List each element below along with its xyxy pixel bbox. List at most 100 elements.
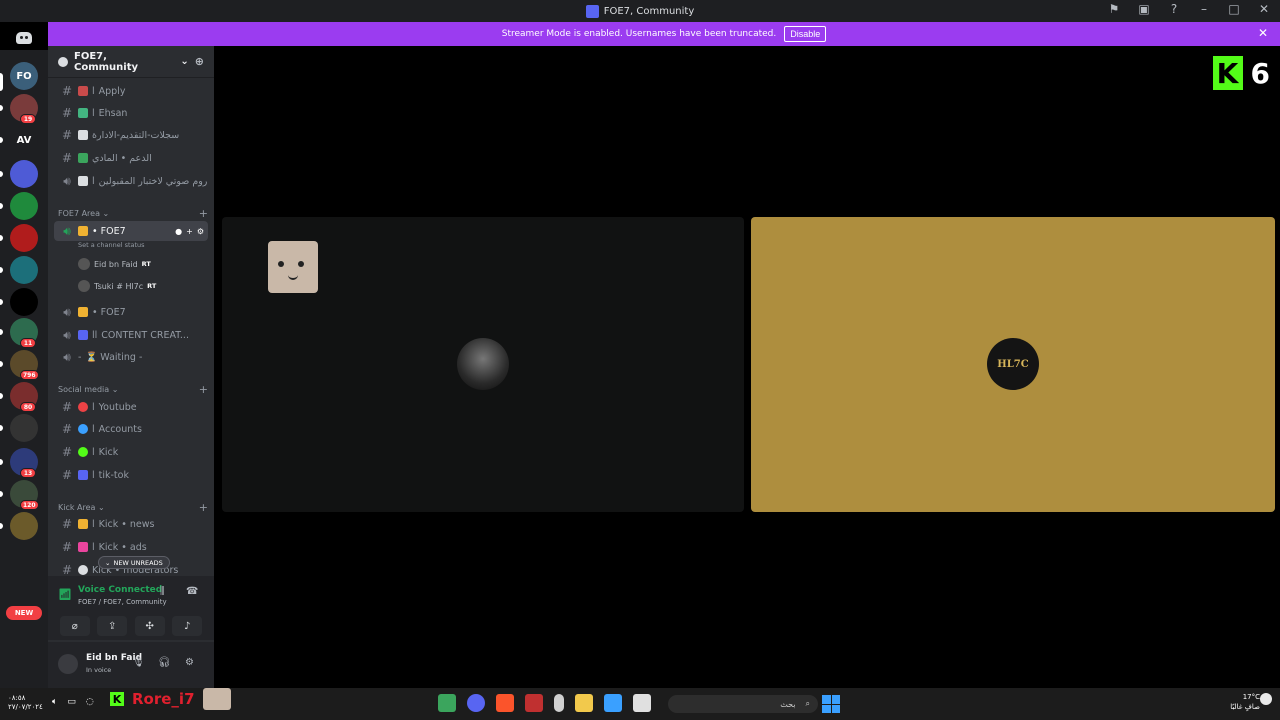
headphones-icon[interactable]: 🎧︎ (158, 657, 171, 668)
server-icon[interactable] (10, 256, 38, 284)
chat-icon[interactable]: ● (175, 227, 182, 236)
voice-channel-content-creators[interactable]: 🔊︎ ll CONTENT CREAT... (54, 325, 208, 345)
gear-icon[interactable]: ⚙ (197, 227, 204, 236)
voice-user-eid[interactable]: Eid bn Faid RT (78, 258, 151, 270)
channel-apply[interactable]: # l Apply (54, 81, 208, 101)
channel-ehsan[interactable]: # l Ehsan (54, 103, 208, 123)
disconnect-icon[interactable]: ☎ (186, 586, 198, 597)
maximize-button[interactable]: □ (1226, 2, 1242, 16)
minimize-button[interactable]: – (1196, 2, 1212, 16)
server-unread-pill (0, 459, 3, 465)
channel-support[interactable]: # الدعم • المادي (54, 148, 208, 168)
app-icon[interactable] (633, 694, 651, 712)
add-channel-icon[interactable]: + (199, 383, 208, 396)
avatar (78, 258, 90, 270)
store-icon[interactable] (604, 694, 622, 712)
close-window-button[interactable]: ✕ (1256, 2, 1272, 16)
stream-name-overlay: K Rore_i7 (110, 688, 231, 710)
voice-connected-subtitle[interactable]: FOE7 / FOE7, Community (78, 598, 167, 606)
speaker-icon: 🔊︎ (63, 349, 71, 364)
disable-streamer-mode-button[interactable]: Disable (784, 26, 827, 42)
channel-admin-logs[interactable]: # سجلات-التقديم-الادارة (54, 125, 208, 145)
server-icon[interactable] (10, 288, 38, 316)
channel-kick-news[interactable]: # l Kick • news (54, 514, 208, 534)
windows-start-icon[interactable] (822, 695, 840, 713)
channel-kick-ads[interactable]: # l Kick • ads (54, 537, 208, 557)
voice-channel-test[interactable]: 🔊︎ l روم صوتي لاختبار المقبولين (54, 171, 208, 191)
speaker-icon: 🔊︎ (63, 223, 71, 238)
server-icon[interactable]: FO (10, 62, 38, 90)
server-unread-pill (0, 73, 3, 91)
discord-taskbar-icon[interactable] (467, 694, 485, 712)
inbox-icon[interactable]: ▣ (1136, 2, 1152, 16)
brave-icon[interactable] (496, 694, 514, 712)
server-icon[interactable] (10, 224, 38, 252)
server-unread-pill (0, 329, 3, 335)
new-servers-badge[interactable]: NEW (6, 606, 42, 620)
home-button[interactable] (9, 26, 39, 50)
chevron-down-icon: ⌄ (95, 503, 105, 512)
avatar[interactable] (58, 654, 78, 674)
flag-icon[interactable]: ⚑ (1106, 2, 1122, 16)
channel-prefix: - (78, 351, 82, 363)
add-channel-icon[interactable]: + (199, 207, 208, 220)
server-icon[interactable] (10, 192, 38, 220)
channel-status-hint[interactable]: Set a channel status (78, 241, 145, 249)
server-icon[interactable] (10, 512, 38, 540)
server-unread-pill (0, 299, 3, 305)
hash-icon: # (61, 422, 73, 436)
channel-name: Ehsan (98, 107, 128, 119)
server-icon[interactable] (10, 414, 38, 442)
activities-button[interactable]: ✣ (134, 616, 165, 636)
category-foe7-area[interactable]: FOE7 Area ⌄ + (58, 207, 208, 220)
clipboard-emoji-icon (78, 86, 88, 96)
server-icon[interactable] (10, 160, 38, 188)
weather-widget[interactable]: 17°C صافٍ غالبًا (1230, 692, 1260, 712)
channel-prefix: l (92, 518, 95, 530)
folder-icon[interactable] (575, 694, 593, 712)
invite-icon[interactable]: + (186, 227, 193, 236)
tray-item-icon[interactable]: ◌ (86, 697, 94, 707)
app-icon[interactable] (438, 694, 456, 712)
voice-connected-title[interactable]: Voice Connected (78, 585, 162, 595)
add-channel-icon[interactable]: + (199, 501, 208, 514)
channel-kick[interactable]: # l Kick (54, 442, 208, 462)
noise-suppression-icon[interactable]: ⫼ (160, 586, 165, 597)
voice-channel-foe7-active[interactable]: 🔊︎ • FOE7 ● + ⚙ (54, 221, 208, 241)
help-icon[interactable]: ? (1166, 2, 1182, 16)
invite-people-icon[interactable]: ⊕ (195, 55, 204, 68)
soundboard-button[interactable]: ♪ (172, 616, 203, 636)
participant-tile-right[interactable]: HL7C (751, 217, 1275, 512)
crown-emoji-icon (78, 307, 88, 317)
volume-icon[interactable]: 🔈︎ (52, 697, 57, 707)
window-titlebar: FOE7, Community ⚑ ▣ ? – □ ✕ (0, 0, 1280, 22)
voice-channel-waiting[interactable]: 🔊︎ - ⏳ Waiting - (54, 347, 208, 367)
microphone-icon[interactable]: 🎙︎ (132, 657, 145, 668)
network-icon[interactable]: ▭ (67, 697, 76, 707)
server-unread-pill (0, 491, 3, 497)
channel-tiktok[interactable]: # l tik-tok (54, 465, 208, 485)
guild-header[interactable]: FOE7, Community ⌄ ⊕ (48, 46, 214, 78)
window-actions: ⚑ ▣ ? – □ ✕ (1106, 2, 1272, 16)
app-icon[interactable] (525, 694, 543, 712)
hash-icon: # (61, 517, 73, 531)
taskbar-search[interactable]: بحث ⌕ (668, 695, 818, 713)
voice-channel-foe7[interactable]: 🔊︎ • FOE7 (54, 302, 208, 322)
channel-accounts[interactable]: # l Accounts (54, 419, 208, 439)
channel-youtube[interactable]: # l Youtube (54, 397, 208, 417)
participant-tile-left[interactable] (222, 217, 744, 512)
category-social-media[interactable]: Social media ⌄ + (58, 383, 208, 396)
voice-user-tag: RT (147, 282, 157, 290)
camera-off-button[interactable]: ⌀ (59, 616, 90, 636)
taskbar-clock-left[interactable]: ٠٨:٥٨ ٢٧/٠٧/٢٠٢٤ (8, 694, 43, 712)
channel-prefix: l (92, 107, 95, 119)
signal-icon[interactable]: 📶︎ (58, 588, 72, 601)
voice-user-tsuki[interactable]: Tsuki # Hl7c RT (78, 280, 156, 292)
screen-share-button[interactable]: ⇪ (97, 616, 128, 636)
server-icon[interactable]: AV (10, 126, 38, 154)
new-unreads-pill[interactable]: ⌄ NEW UNREADS (98, 556, 170, 569)
mouse-icon[interactable] (554, 694, 564, 712)
close-banner-icon[interactable]: ✕ (1258, 26, 1268, 40)
category-kick-area[interactable]: Kick Area ⌄ + (58, 501, 208, 514)
gear-icon[interactable]: ⚙ (185, 657, 194, 668)
